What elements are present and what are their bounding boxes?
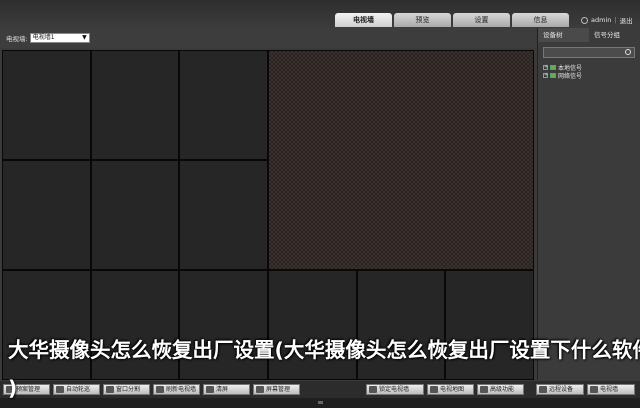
- window-split-button[interactable]: 窗口分割: [103, 384, 150, 395]
- map-pin-icon: [430, 386, 438, 393]
- split-icon: [106, 386, 114, 393]
- wall-selector-row: 电视墙: 电视墙1 ▼: [0, 28, 536, 48]
- wall-map-button[interactable]: 电视地图: [427, 384, 474, 395]
- lock-wall-button[interactable]: 锁定电视墙: [366, 384, 424, 395]
- video-cell[interactable]: [91, 160, 179, 270]
- logout-link[interactable]: 退出: [620, 15, 633, 25]
- button-label: 屏幕管理: [266, 386, 291, 393]
- tree-item-local[interactable]: + 本地信号: [538, 63, 640, 72]
- user-bar: admin | 退出: [581, 15, 633, 25]
- button-label: 窗口分割: [116, 386, 141, 393]
- side-tabs: 设备树 信号分组: [538, 28, 640, 42]
- button-label: 锁定电视墙: [379, 386, 410, 393]
- tab-signal-group[interactable]: 信号分组: [589, 28, 640, 42]
- device-search-input[interactable]: [543, 47, 635, 58]
- selected-video-window[interactable]: [268, 50, 534, 270]
- signal-icon: [550, 64, 556, 70]
- search-icon[interactable]: [625, 49, 631, 55]
- refresh-icon: [156, 386, 164, 393]
- video-grid: [2, 50, 534, 380]
- video-cell[interactable]: [2, 50, 91, 160]
- monitor-icon: [256, 386, 264, 393]
- device-icon: [539, 386, 547, 393]
- advanced-button[interactable]: 高级功能: [477, 384, 524, 395]
- expand-icon[interactable]: +: [543, 64, 548, 70]
- grid-icon: [590, 386, 598, 393]
- caption-overlay-tail: ): [8, 376, 18, 400]
- divider: |: [614, 16, 617, 24]
- collapse-handle[interactable]: [318, 401, 323, 404]
- wall-select[interactable]: 电视墙1 ▼: [29, 33, 90, 43]
- bottom-toolbar: 预案管理 自动轮巡 窗口分割 刷新电视墙 清屏 屏幕管理 锁定电视墙 电视地图 …: [0, 381, 640, 398]
- button-label: 电视墙: [600, 386, 619, 393]
- button-label: 刷新电视墙: [166, 386, 197, 393]
- device-panel: 设备树 信号分组 + 本地信号 + 网络信号: [537, 28, 640, 380]
- tree-item-network[interactable]: + 网络信号: [538, 71, 640, 80]
- user-icon: [581, 16, 588, 24]
- clear-screen-button[interactable]: 清屏: [203, 384, 250, 395]
- tab-device-tree[interactable]: 设备树: [538, 28, 589, 42]
- top-header: 电视墙 预览 设置 信息 admin | 退出: [0, 0, 640, 28]
- video-cell[interactable]: [179, 50, 268, 160]
- button-label: 清屏: [216, 386, 229, 393]
- screen-manage-button[interactable]: 屏幕管理: [253, 384, 300, 395]
- tab-info[interactable]: 信息: [512, 13, 569, 27]
- username: admin: [591, 16, 612, 24]
- clear-icon: [206, 386, 214, 393]
- tree-item-label: 网络信号: [558, 72, 583, 80]
- tv-wall-button[interactable]: 电视墙: [587, 384, 635, 395]
- button-label: 高级功能: [490, 386, 515, 393]
- tour-icon: [56, 386, 64, 393]
- button-label: 电视地图: [440, 386, 465, 393]
- auto-tour-button[interactable]: 自动轮巡: [53, 384, 100, 395]
- wall-label: 电视墙:: [6, 35, 28, 43]
- tab-preview[interactable]: 预览: [394, 13, 451, 27]
- video-cell[interactable]: [91, 50, 179, 160]
- chevron-down-icon: ▼: [82, 34, 87, 41]
- button-label: 预案管理: [16, 386, 41, 393]
- button-label: 远程设备: [549, 386, 574, 393]
- wall-select-value: 电视墙1: [32, 34, 55, 41]
- button-label: 自动轮巡: [66, 386, 91, 393]
- expand-icon[interactable]: +: [543, 72, 548, 78]
- video-cell[interactable]: [179, 160, 268, 270]
- signal-icon: [550, 72, 556, 78]
- refresh-wall-button[interactable]: 刷新电视墙: [153, 384, 200, 395]
- lock-icon: [369, 386, 377, 393]
- main-tabs: 电视墙 预览 设置 信息: [335, 13, 569, 27]
- tab-tv-wall[interactable]: 电视墙: [335, 13, 392, 27]
- gear-icon: [480, 386, 488, 393]
- video-cell[interactable]: [2, 160, 91, 270]
- caption-overlay: 大华摄像头怎么恢复出厂设置(大华摄像头怎么恢复出厂设置下什么软件: [8, 338, 640, 362]
- tab-settings[interactable]: 设置: [453, 13, 510, 27]
- remote-device-button[interactable]: 远程设备: [536, 384, 584, 395]
